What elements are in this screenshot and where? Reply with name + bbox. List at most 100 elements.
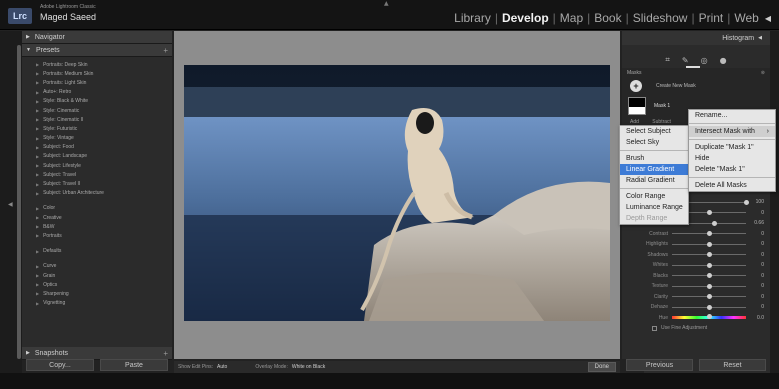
slider-track[interactable]	[672, 252, 746, 258]
menu-radial-gradient[interactable]: Radial Gradient	[620, 175, 688, 186]
slider-hue[interactable]: Hue 0.0	[622, 313, 770, 324]
add-preset-icon[interactable]: +	[163, 46, 168, 55]
slider-value[interactable]: 0	[746, 210, 764, 216]
preset-group-defaults[interactable]: ▶ Defaults	[22, 247, 172, 256]
checkbox-icon[interactable]	[652, 325, 657, 331]
close-masks-icon[interactable]: ⊗	[761, 70, 765, 76]
slider-track[interactable]	[672, 273, 746, 279]
module-book[interactable]: Book	[592, 11, 623, 25]
slider-value[interactable]: 0	[746, 283, 764, 289]
preset-group[interactable]: ▶ Sharpening	[22, 289, 172, 298]
preset-group[interactable]: ▶ Color	[22, 204, 172, 213]
preset-item[interactable]: ▶ Auto+: Retro	[22, 88, 172, 97]
show-edit-pins-select[interactable]: Auto	[217, 364, 227, 370]
menu-delete-all-masks[interactable]: Delete All Masks	[689, 180, 775, 191]
slider-texture[interactable]: Texture 0	[622, 281, 770, 292]
preset-item[interactable]: ▶ Subject: Lifestyle	[22, 161, 172, 170]
menu-linear-gradient[interactable]: Linear Gradient	[620, 164, 688, 175]
left-scrollbar[interactable]	[17, 45, 21, 359]
module-slideshow[interactable]: Slideshow	[631, 11, 690, 25]
slider-track[interactable]	[672, 241, 746, 247]
menu-delete-mask[interactable]: Delete "Mask 1"	[689, 164, 775, 175]
slider-knob[interactable]	[712, 220, 718, 226]
preset-item[interactable]: ▶ Portraits: Medium Skin	[22, 69, 172, 78]
add-snapshot-icon[interactable]: +	[163, 349, 168, 358]
masking-tool-icon[interactable]: ●	[720, 56, 727, 65]
presets-header[interactable]: ▼ Presets +	[22, 44, 172, 57]
preset-group[interactable]: ▶ Optics	[22, 280, 172, 289]
preset-group[interactable]: ▶ Creative	[22, 213, 172, 222]
slider-blacks[interactable]: Blacks 0	[622, 271, 770, 282]
menu-select-subject[interactable]: Select Subject	[620, 126, 688, 137]
menu-duplicate-mask[interactable]: Duplicate "Mask 1"	[689, 142, 775, 153]
reset-button[interactable]: Reset	[699, 359, 766, 371]
slider-value[interactable]: 100	[746, 199, 764, 205]
slider-knob[interactable]	[706, 294, 712, 300]
slider-value[interactable]: 0.0	[746, 315, 764, 321]
module-map[interactable]: Map	[558, 11, 585, 25]
slider-contrast[interactable]: Contrast 0	[622, 229, 770, 240]
slider-track[interactable]	[672, 304, 746, 310]
preset-item[interactable]: ▶ Subject: Food	[22, 143, 172, 152]
preset-item[interactable]: ▶ Portraits: Deep Skin	[22, 60, 172, 69]
slider-value[interactable]: 0	[746, 304, 764, 310]
module-library[interactable]: Library	[452, 11, 493, 25]
preset-item[interactable]: ▶ Style: Futuristic	[22, 124, 172, 133]
previous-button[interactable]: Previous	[626, 359, 693, 371]
slider-track[interactable]	[672, 314, 746, 320]
paste-button[interactable]: Paste	[100, 359, 168, 371]
photo-monkey[interactable]	[184, 65, 610, 321]
preset-group[interactable]: ▶ Portraits	[22, 231, 172, 240]
preset-item[interactable]: ▶ Subject: Travel	[22, 170, 172, 179]
module-print[interactable]: Print	[697, 11, 726, 25]
menu-luminance-range[interactable]: Luminance Range	[620, 202, 688, 213]
slider-knob[interactable]	[706, 304, 712, 310]
slider-dehaze[interactable]: Dehaze 0	[622, 302, 770, 313]
overlay-mode-select[interactable]: White on Black	[292, 364, 325, 370]
navigator-header[interactable]: ▶ Navigator FIT 100% 66.7%	[22, 31, 779, 389]
done-button[interactable]: Done	[587, 362, 616, 372]
crop-tool-icon[interactable]: ⌗	[665, 55, 670, 65]
preset-item[interactable]: ▶ Subject: Travel II	[22, 179, 172, 188]
preset-item[interactable]: ▶ Subject: Landscape	[22, 152, 172, 161]
copy-button[interactable]: Copy...	[26, 359, 94, 371]
slider-knob[interactable]	[706, 252, 712, 258]
menu-color-range[interactable]: Color Range	[620, 191, 688, 202]
slider-knob[interactable]	[706, 283, 712, 289]
slider-knob[interactable]	[706, 241, 712, 247]
top-panel-toggle-icon[interactable]: ▲	[384, 0, 389, 7]
slider-track[interactable]	[672, 294, 746, 300]
slider-track[interactable]	[672, 231, 746, 237]
slider-shadows[interactable]: Shadows 0	[622, 250, 770, 261]
slider-value[interactable]: 0	[746, 273, 764, 279]
collapse-arrow-icon[interactable]: ◀	[765, 14, 771, 23]
fine-adjustment-checkbox[interactable]: Use Fine Adjustment	[622, 323, 770, 333]
preset-item[interactable]: ▶ Style: Cinematic II	[22, 115, 172, 124]
preset-group[interactable]: ▶ Curve	[22, 262, 172, 271]
slider-whites[interactable]: Whites 0	[622, 260, 770, 271]
slider-value[interactable]: 0.66	[746, 220, 764, 226]
slider-highlights[interactable]: Highlights 0	[622, 239, 770, 250]
menu-hide[interactable]: Hide	[689, 153, 775, 164]
module-web[interactable]: Web	[732, 11, 760, 25]
slider-value[interactable]: 0	[746, 231, 764, 237]
slider-track[interactable]	[672, 262, 746, 268]
module-develop[interactable]: Develop	[500, 11, 551, 25]
healing-tool-icon[interactable]: ✎	[682, 56, 689, 65]
slider-value[interactable]: 0	[746, 252, 764, 258]
red-eye-tool-icon[interactable]: ◎	[701, 56, 708, 65]
preset-group[interactable]: ▶ Grain	[22, 271, 172, 280]
preset-item[interactable]: ▶ Style: Cinematic	[22, 106, 172, 115]
preset-item[interactable]: ▶ Style: Vintage	[22, 134, 172, 143]
preset-item[interactable]: ▶ Subject: Urban Architecture	[22, 189, 172, 198]
menu-brush[interactable]: Brush	[620, 153, 688, 164]
slider-value[interactable]: 0	[746, 262, 764, 268]
menu-rename[interactable]: Rename...	[689, 110, 775, 121]
preset-group[interactable]: ▶ B&W	[22, 222, 172, 231]
slider-value[interactable]: 0	[746, 241, 764, 247]
preset-item[interactable]: ▶ Portraits: Light Skin	[22, 78, 172, 87]
histogram-header[interactable]: Histogram ◀	[622, 31, 770, 45]
menu-select-sky[interactable]: Select Sky	[620, 137, 688, 148]
preset-group[interactable]: ▶ Vignetting	[22, 299, 172, 308]
menu-intersect-mask-with[interactable]: Intersect Mask with ›	[689, 126, 775, 137]
